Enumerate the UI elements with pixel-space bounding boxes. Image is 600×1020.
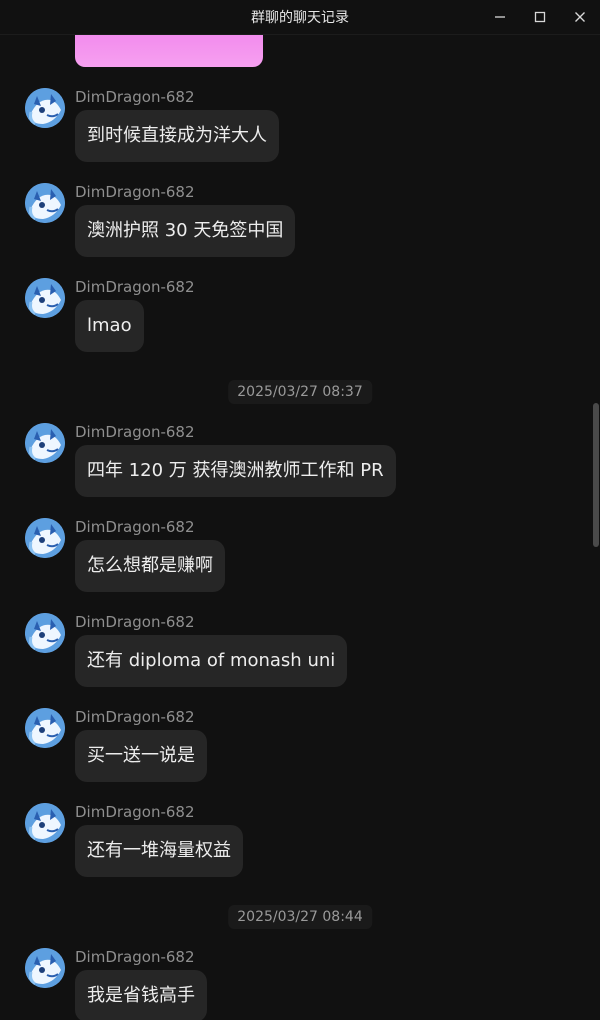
sender-name: DimDragon-682 (75, 948, 195, 966)
close-button[interactable] (560, 0, 600, 34)
avatar[interactable] (25, 613, 65, 653)
sender-name: DimDragon-682 (75, 278, 195, 296)
title-bar: 群聊的聊天记录 (0, 0, 600, 35)
sender-name: DimDragon-682 (75, 708, 195, 726)
chat-history[interactable]: DimDragon-682 到时候直接成为洋大人 DimDragon-682 澳… (0, 35, 600, 1020)
sender-name: DimDragon-682 (75, 518, 195, 536)
message-bubble[interactable]: 买一送一说是 (75, 730, 207, 782)
timestamp: 2025/03/27 08:37 (228, 380, 372, 404)
scrollbar-thumb[interactable] (593, 403, 599, 547)
maximize-button[interactable] (520, 0, 560, 34)
message-bubble[interactable]: 到时候直接成为洋大人 (75, 110, 279, 162)
dragon-avatar-image (25, 518, 65, 558)
dragon-avatar-image (25, 708, 65, 748)
dragon-avatar-image (25, 88, 65, 128)
avatar[interactable] (25, 88, 65, 128)
dragon-avatar-image (25, 803, 65, 843)
minimize-button[interactable] (480, 0, 520, 34)
dragon-avatar-image (25, 278, 65, 318)
avatar[interactable] (25, 278, 65, 318)
window-controls (480, 0, 600, 34)
avatar[interactable] (25, 708, 65, 748)
sender-name: DimDragon-682 (75, 423, 195, 441)
message-bubble[interactable]: 还有一堆海量权益 (75, 825, 243, 877)
message-bubble[interactable]: 还有 diploma of monash uni (75, 635, 348, 687)
close-icon (575, 12, 585, 22)
sender-name: DimDragon-682 (75, 183, 195, 201)
timestamp: 2025/03/27 08:44 (228, 905, 372, 929)
avatar[interactable] (25, 183, 65, 223)
sender-name: DimDragon-682 (75, 803, 195, 821)
dragon-avatar-image (25, 613, 65, 653)
dragon-avatar-image (25, 183, 65, 223)
image-message[interactable] (75, 35, 263, 67)
message-bubble[interactable]: 澳洲护照 30 天免签中国 (75, 205, 296, 257)
avatar[interactable] (25, 803, 65, 843)
minimize-icon (495, 16, 505, 18)
message-bubble[interactable]: lmao (75, 300, 144, 352)
message-bubble[interactable]: 我是省钱高手 (75, 970, 207, 1020)
sender-name: DimDragon-682 (75, 88, 195, 106)
message-bubble[interactable]: 四年 120 万 获得澳洲教师工作和 PR (75, 445, 396, 497)
dragon-avatar-image (25, 948, 65, 988)
window-title: 群聊的聊天记录 (251, 10, 349, 26)
avatar[interactable] (25, 948, 65, 988)
avatar[interactable] (25, 518, 65, 558)
message-bubble[interactable]: 怎么想都是赚啊 (75, 540, 225, 592)
maximize-icon (534, 11, 546, 23)
sender-name: DimDragon-682 (75, 613, 195, 631)
dragon-avatar-image (25, 423, 65, 463)
avatar[interactable] (25, 423, 65, 463)
